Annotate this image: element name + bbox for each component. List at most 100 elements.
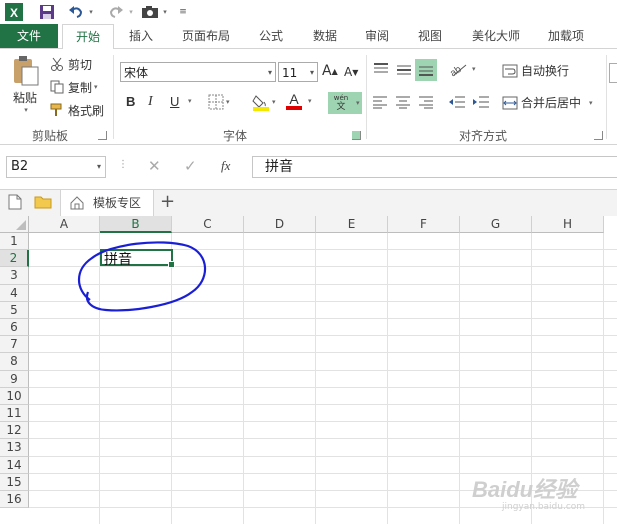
bold-button[interactable]: B [126,94,135,109]
decrease-font-size-button[interactable]: A ▼ [344,65,358,79]
font-name-select[interactable]: 宋体 ▾ [120,62,276,82]
format-painter-button[interactable]: 格式刷 [50,101,104,119]
italic-button[interactable]: I [148,94,153,110]
grid-line [29,455,617,457]
underline-button[interactable]: U [170,94,179,109]
tab-view[interactable]: 视图 [407,24,453,48]
font-launcher-icon[interactable] [352,131,361,140]
number-format-select-partial[interactable] [609,63,617,83]
alignment-group-label: 对齐方式 [458,129,507,143]
alignment-launcher-icon[interactable] [594,131,603,140]
save-icon[interactable] [38,3,56,21]
row-header-2[interactable]: 2 [0,250,29,268]
column-header-h[interactable]: H [532,216,604,233]
row-header-14[interactable]: 14 [0,456,29,474]
font-color-button[interactable]: A [286,92,302,110]
decrease-indent-button[interactable] [448,95,466,109]
customize-qat-icon[interactable]: ≡ [176,3,190,21]
tab-beautify-master[interactable]: 美化大师 [462,24,530,48]
grid-line [387,233,388,524]
align-bottom-button[interactable] [415,59,437,81]
fill-color-button[interactable]: ▾ [252,93,276,111]
column-header-g[interactable]: G [460,216,532,233]
watermark-text: Baidu经验 [472,477,578,502]
clipboard-group-label: 剪贴板 [31,129,68,143]
row-header-16[interactable]: 16 [0,491,29,509]
spreadsheet-grid[interactable]: ABCDEFGH 1 2 3 4 5 6 7 8 9 10 11 12 13 14 15 16 拼音 Baid… [0,216,617,524]
align-center-button[interactable] [395,95,411,109]
row-header-12[interactable]: 12 [0,422,29,440]
more-dots-icon: ⋮ [118,159,128,170]
redo-dropdown-icon[interactable]: ▾ [126,3,136,21]
orientation-button[interactable]: ab ▾ [448,61,475,77]
font-group-label: 字体 [222,129,247,143]
column-header-e[interactable]: E [316,216,388,233]
row-header-11[interactable]: 11 [0,405,29,423]
tab-addins[interactable]: 加载项 [538,24,594,48]
tab-home[interactable]: 开始 [62,24,114,50]
undo-icon[interactable] [66,3,86,21]
new-file-icon[interactable] [8,194,22,213]
undo-dropdown-icon[interactable]: ▾ [86,3,96,21]
row-header-5[interactable]: 5 [0,301,29,319]
copy-dropdown-icon: ▾ [94,83,98,91]
clipboard-launcher-icon[interactable] [98,131,107,140]
underline-dropdown-icon[interactable]: ▾ [186,97,192,105]
cut-button[interactable]: 剪切 [50,55,92,73]
tab-file[interactable]: 文件 [0,24,58,48]
phonetic-guide-button[interactable]: wén 文 [328,92,354,114]
template-zone-tab[interactable]: 模板专区 [60,190,154,216]
merge-center-button[interactable]: 合并后居中 ▾ [502,94,593,111]
column-header-f[interactable]: F [388,216,460,233]
insert-function-icon[interactable]: fx [221,158,230,174]
row-header-7[interactable]: 7 [0,336,29,354]
tab-page-layout[interactable]: 页面布局 [172,24,240,48]
align-middle-button[interactable] [395,61,413,77]
add-tab-icon[interactable]: + [160,191,175,212]
paste-button[interactable]: 粘贴 ▾ [8,55,42,119]
formula-input[interactable]: 拼音 [252,156,617,178]
increase-indent-button[interactable] [472,95,490,109]
increase-font-size-button[interactable]: A ▲ [322,63,338,79]
align-left-button[interactable] [372,95,388,109]
camera-dropdown-icon[interactable]: ▾ [160,3,170,21]
row-header-4[interactable]: 4 [0,284,29,302]
paint-bucket-icon [252,95,269,111]
row-header-3[interactable]: 3 [0,267,29,285]
home-icon [70,196,84,210]
tab-formulas[interactable]: 公式 [248,24,294,48]
wrap-text-button[interactable]: 自动换行 [502,62,569,79]
template-zone-label: 模板专区 [93,196,142,210]
select-all-corner[interactable] [0,216,29,233]
row-header-1[interactable]: 1 [0,233,29,251]
phonetic-dropdown-icon[interactable]: ▾ [354,92,362,114]
align-middle-icon [397,65,411,75]
camera-icon[interactable] [140,3,160,21]
folder-icon[interactable] [34,195,52,212]
row-header-8[interactable]: 8 [0,353,29,371]
font-color-dropdown-icon[interactable]: ▾ [306,97,312,105]
font-size-select[interactable]: 11 ▾ [278,62,318,82]
grid-line [315,233,316,524]
cancel-icon[interactable]: ✕ [148,157,161,175]
grid-line [243,233,244,524]
tab-insert[interactable]: 插入 [118,24,164,48]
borders-button[interactable]: ▾ [208,94,230,110]
align-top-button[interactable] [372,61,390,77]
tab-review[interactable]: 审阅 [354,24,400,48]
row-header-13[interactable]: 13 [0,439,29,457]
name-box[interactable]: B2 ▾ [6,156,106,178]
column-header-d[interactable]: D [244,216,316,233]
tab-data[interactable]: 数据 [302,24,348,48]
copy-button[interactable]: 复制 ▾ [50,78,98,96]
check-icon[interactable]: ✓ [184,157,197,175]
row-header-6[interactable]: 6 [0,319,29,337]
watermark: Baidu经验 jingyan.baidu.com [472,472,585,512]
row-header-15[interactable]: 15 [0,473,29,491]
group-divider [113,55,114,139]
align-right-button[interactable] [418,95,434,109]
row-header-9[interactable]: 9 [0,370,29,388]
redo-icon[interactable] [106,3,126,21]
row-header-10[interactable]: 10 [0,387,29,405]
grid-line [29,369,617,371]
